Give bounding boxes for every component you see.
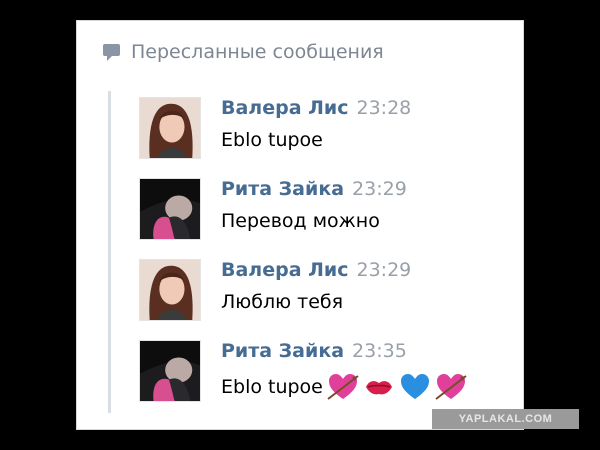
- message-author[interactable]: Рита Зайка: [221, 340, 344, 362]
- avatar[interactable]: [139, 97, 201, 159]
- chat-bubble-icon: [103, 44, 120, 61]
- message-time[interactable]: 23:29: [357, 259, 412, 281]
- message-time[interactable]: 23:29: [352, 178, 407, 200]
- message-author[interactable]: Рита Зайка: [221, 178, 344, 200]
- message-text: Eblo tupoe: [221, 129, 411, 151]
- message-item: Валера Лис 23:28 Eblo tupoe: [139, 97, 411, 163]
- message-time[interactable]: 23:28: [357, 97, 412, 119]
- message-text: Люблю тебя: [221, 291, 411, 313]
- forward-rail: [108, 91, 111, 413]
- heart-arrow-icon: [435, 372, 467, 402]
- message-time[interactable]: 23:35: [352, 340, 407, 362]
- message-author[interactable]: Валера Лис: [221, 259, 349, 281]
- message-item: Рита Зайка 23:35 Eblo tupoe: [139, 340, 467, 406]
- heart-arrow-icon: [327, 372, 359, 402]
- forwarded-title: Пересланные сообщения: [131, 41, 384, 63]
- message-text-content: Eblo tupoe: [221, 129, 323, 151]
- avatar-girl-light-image: [140, 260, 200, 320]
- message-text-content: Перевод можно: [221, 210, 380, 232]
- message-item: Валера Лис 23:29 Люблю тебя: [139, 259, 411, 325]
- avatar[interactable]: [139, 259, 201, 321]
- avatar-girl-dark-image: [140, 341, 200, 401]
- avatar[interactable]: [139, 178, 201, 240]
- blue-heart-icon: [399, 372, 431, 402]
- message-item: Рита Зайка 23:29 Перевод можно: [139, 178, 407, 244]
- message-text-content: Eblo tupoe: [221, 376, 323, 398]
- avatar-girl-light-image: [140, 98, 200, 158]
- avatar-girl-dark-image: [140, 179, 200, 239]
- site-watermark: YAPLAKAL.COM: [432, 409, 579, 429]
- message-text-content: Люблю тебя: [221, 291, 344, 313]
- avatar[interactable]: [139, 340, 201, 402]
- message-text: Eblo tupoe: [221, 372, 467, 402]
- message-author[interactable]: Валера Лис: [221, 97, 349, 119]
- forwarded-messages-card: Пересланные сообщения Валера Лис 23:28 E…: [76, 20, 524, 430]
- forwarded-header: Пересланные сообщения: [101, 41, 384, 63]
- message-text: Перевод можно: [221, 210, 407, 232]
- kiss-lips-icon: [363, 372, 395, 402]
